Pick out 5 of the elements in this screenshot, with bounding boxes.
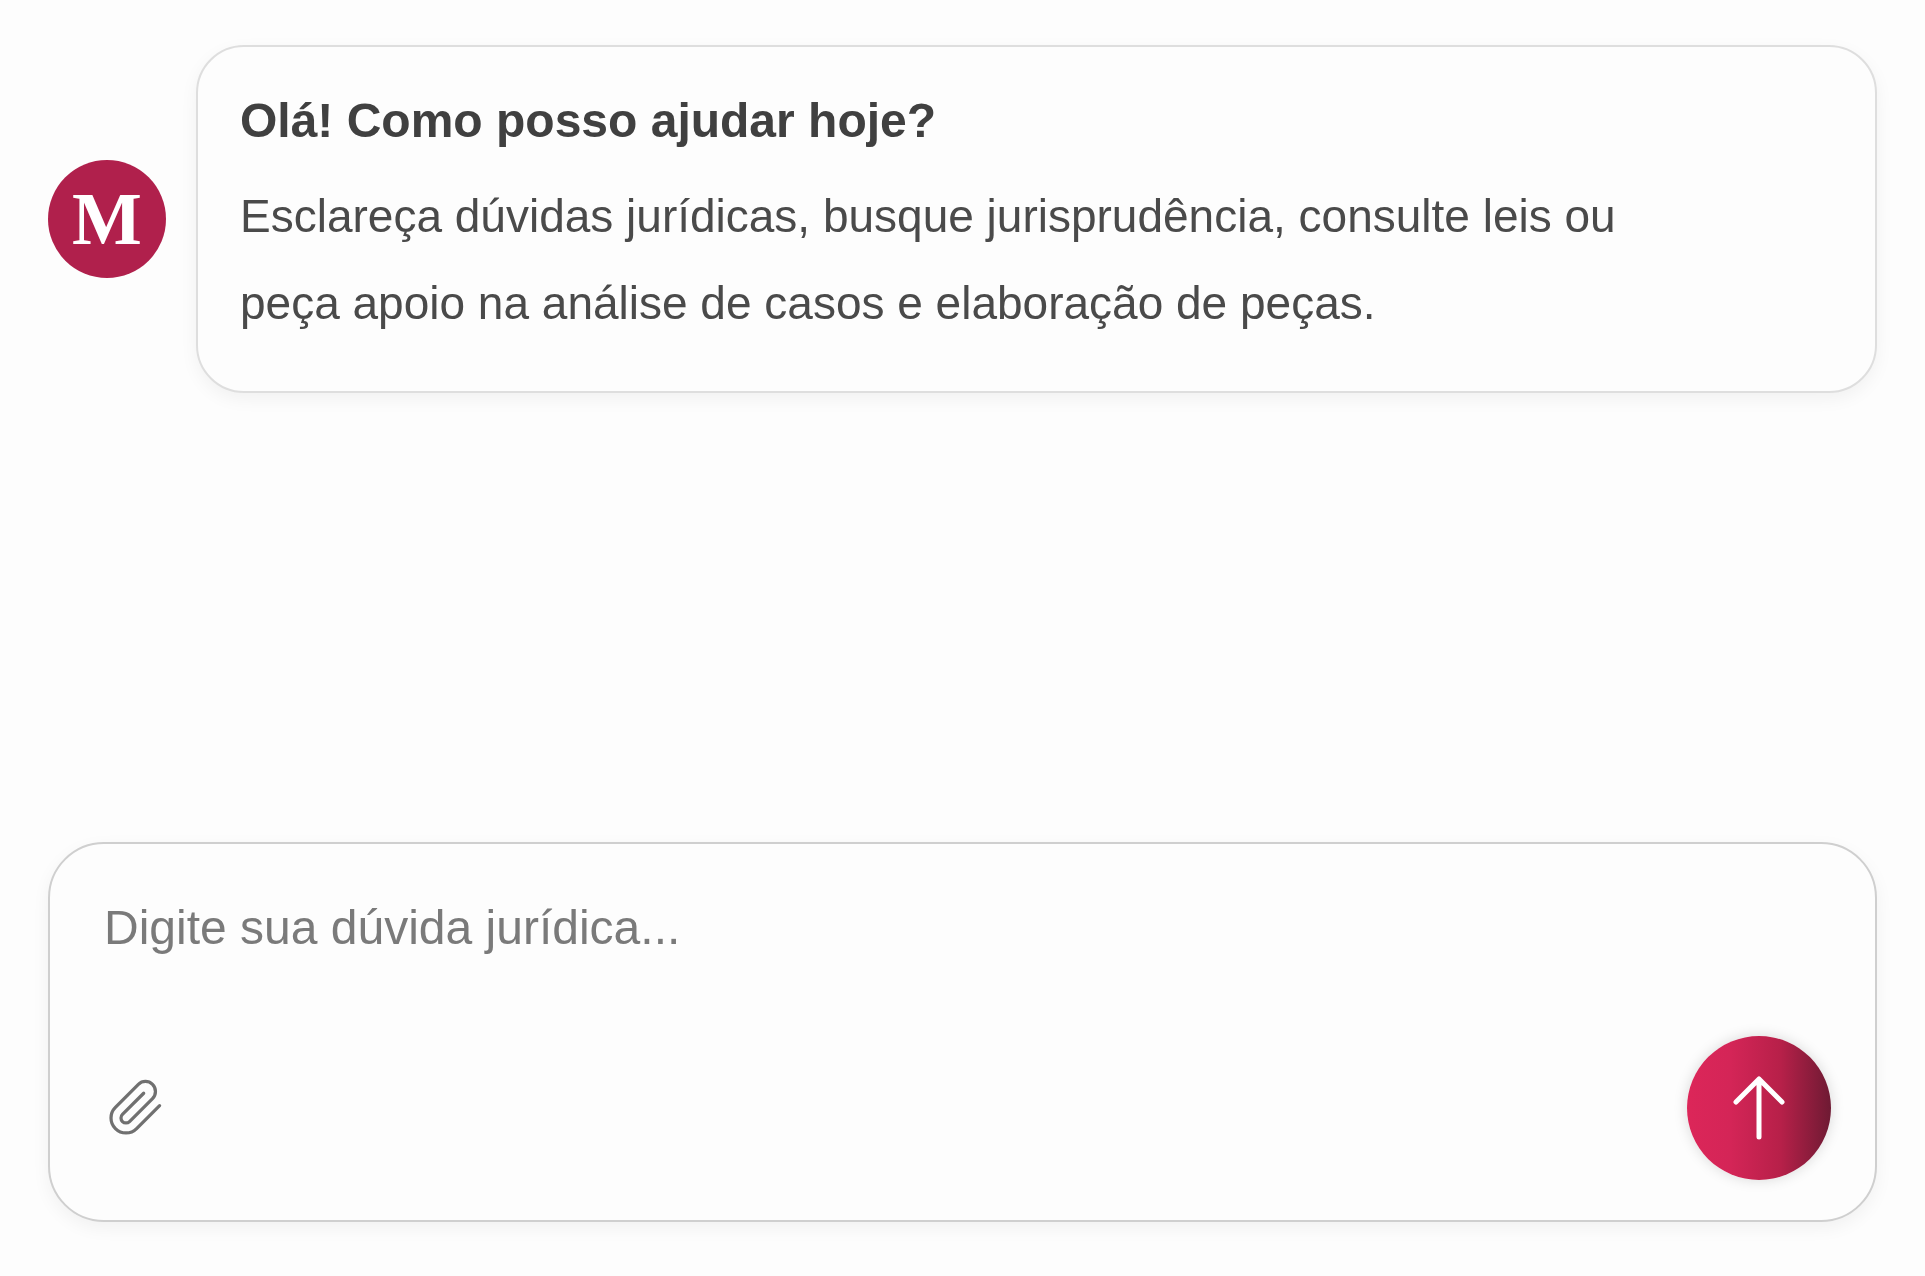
question-input[interactable]: Digite sua dúvida jurídica... <box>104 892 1821 964</box>
message-text: Esclareça dúvidas jurídicas, busque jurisprudência, consulte leis ou peça apoio na análise de casos e elaboração de peças. <box>240 189 1617 331</box>
message-title: Olá! Como posso ajudar hoje? <box>240 93 938 149</box>
arrow-up-icon <box>1732 1075 1786 1141</box>
avatar-logo: M <box>48 160 166 278</box>
